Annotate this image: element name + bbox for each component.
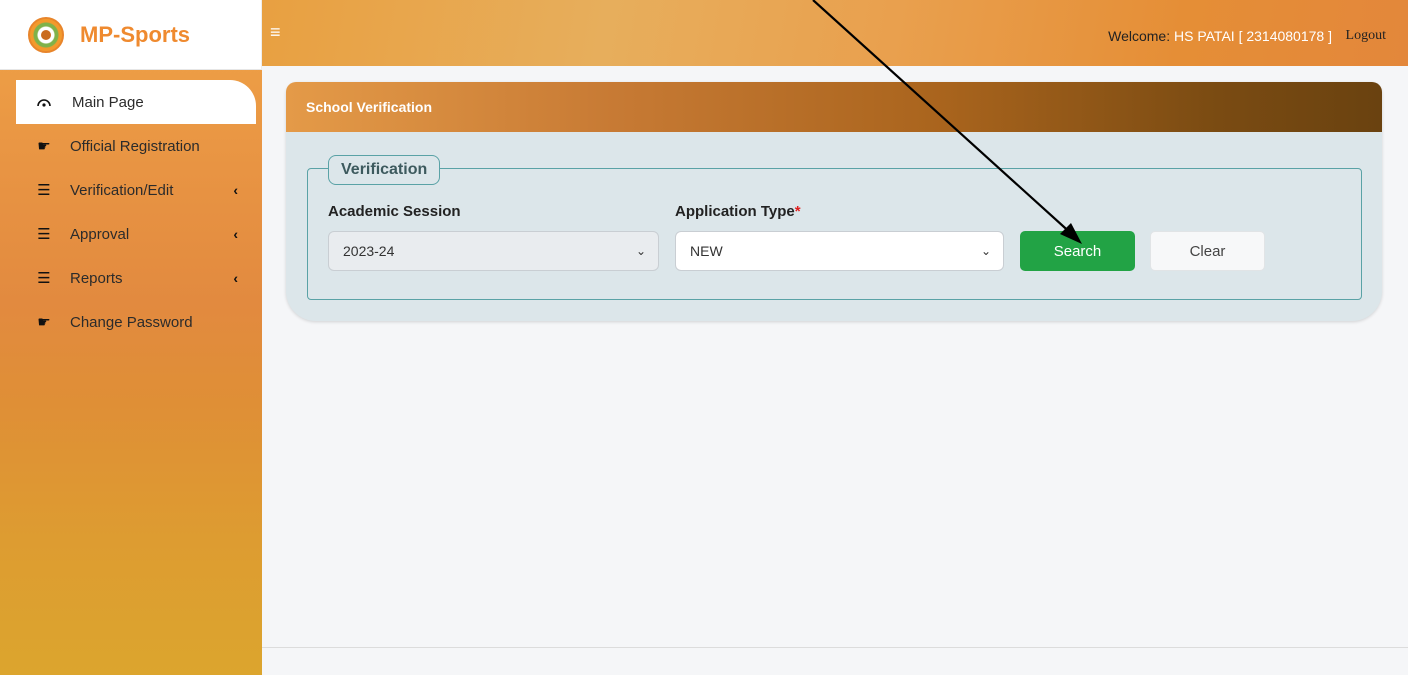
welcome-text: Welcome: HS PATAI [ 2314080178 ] [1108, 28, 1332, 44]
sidebar-item-verification-edit[interactable]: ☰ Verification/Edit ‹ [0, 168, 262, 212]
chevron-left-icon: ‹ [233, 270, 238, 286]
sidebar-nav: Main Page ☛ Official Registration ☰ Veri… [0, 70, 262, 344]
sidebar-item-label: Official Registration [70, 137, 200, 155]
sidebar-item-change-password[interactable]: ☛ Change Password [0, 300, 262, 344]
brand[interactable]: MP-Sports [0, 0, 262, 70]
welcome-label: Welcome: [1108, 28, 1171, 44]
mp-logo-icon [28, 16, 64, 53]
sidebar-item-label: Verification/Edit [70, 181, 174, 199]
application-type-label-text: Application Type [675, 203, 795, 220]
hand-point-right-icon: ☛ [37, 314, 51, 331]
topbar: ≡ Welcome: HS PATAI [ 2314080178 ] Logou… [262, 0, 1408, 66]
academic-session-select[interactable]: 2023-24 ⌄ [328, 231, 659, 271]
logout-link[interactable]: Logout [1346, 28, 1386, 44]
chevron-left-icon: ‹ [233, 226, 238, 242]
chevron-left-icon: ‹ [233, 182, 238, 198]
sidebar: MP-Sports Main Page ☛ Official Registrat… [0, 0, 262, 675]
sidebar-item-official-registration[interactable]: ☛ Official Registration [0, 124, 262, 168]
sidebar-item-label: Reports [70, 269, 123, 287]
sidebar-item-main-page[interactable]: Main Page [16, 80, 256, 124]
list-icon: ☰ [37, 182, 51, 199]
sidebar-item-label: Approval [70, 225, 130, 243]
application-type-label: Application Type* [675, 203, 801, 220]
sidebar-item-reports[interactable]: ☰ Reports ‹ [0, 256, 262, 300]
sidebar-item-approval[interactable]: ☰ Approval ‹ [0, 212, 262, 256]
footer-divider [262, 647, 1408, 648]
dashboard-icon [32, 96, 56, 108]
card-title: School Verification [286, 82, 1382, 132]
hamburger-icon[interactable]: ≡ [270, 22, 281, 43]
main-content: School Verification Verification Academi… [262, 66, 1408, 675]
hand-point-right-icon: ☛ [37, 138, 51, 155]
clear-button[interactable]: Clear [1150, 231, 1265, 271]
list-icon: ☰ [37, 270, 51, 287]
search-button[interactable]: Search [1020, 231, 1135, 271]
school-verification-card: School Verification Verification Academi… [286, 82, 1382, 321]
application-type-value: NEW [690, 243, 723, 259]
application-type-select[interactable]: NEW ⌄ [675, 231, 1004, 271]
list-icon: ☰ [37, 226, 51, 243]
academic-session-label: Academic Session [328, 203, 461, 220]
required-marker: * [794, 203, 801, 220]
app-name: MP-Sports [80, 21, 190, 47]
chevron-down-icon: ⌄ [635, 244, 646, 258]
academic-session-value: 2023-24 [343, 243, 395, 259]
chevron-down-icon: ⌄ [980, 244, 991, 258]
verification-fieldset: Verification Academic Session 2023-24 ⌄ … [307, 155, 1362, 300]
sidebar-item-label: Main Page [72, 93, 144, 111]
user-name: HS PATAI [ 2314080178 ] [1174, 28, 1332, 44]
fieldset-legend: Verification [328, 155, 441, 185]
sidebar-item-label: Change Password [70, 313, 193, 331]
